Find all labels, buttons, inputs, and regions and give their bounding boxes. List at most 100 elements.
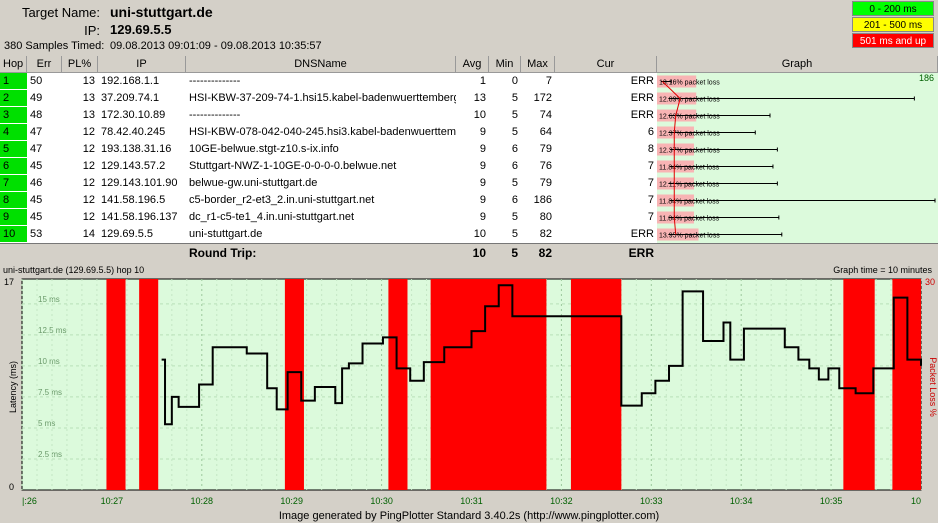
legend-green: 0 - 200 ms: [852, 1, 934, 16]
cell-cur: ERR: [630, 92, 654, 104]
cell-err: 47: [30, 143, 43, 155]
packet-loss-band: [106, 279, 126, 490]
packet-loss-label: 11.84% packet loss: [659, 199, 720, 206]
cell-cur: 7: [647, 194, 654, 206]
cell-avg: 9: [479, 126, 486, 138]
x-tick-label: 10:29: [280, 496, 303, 506]
latency-timeline: uni-stuttgart.de (129.69.5.5) hop 10 Gra…: [0, 264, 938, 510]
cell-max: 74: [539, 109, 552, 121]
cell-min: 5: [511, 109, 518, 121]
packet-loss-label: 12.37% packet loss: [659, 148, 720, 155]
round-trip-cur: ERR: [628, 246, 654, 260]
round-trip-row: Round Trip: 10 5 82 ERR: [0, 243, 938, 264]
cell-hop: 9: [0, 209, 27, 226]
cell-hop: 8: [0, 192, 27, 209]
cell-err: 45: [30, 160, 43, 172]
x-tick-label: 10:33: [640, 496, 663, 506]
round-trip-avg: 10: [472, 246, 486, 260]
cell-avg: 10: [473, 109, 486, 121]
column-header-hop: Hop: [0, 56, 27, 72]
cell-max: 76: [539, 160, 552, 172]
cell-max: 79: [539, 177, 552, 189]
packet-loss-band: [139, 279, 159, 490]
cell-dns: Stuttgart-NWZ-1-10GE-0-0-0-0.belwue.net: [189, 160, 397, 172]
column-header-graph: Graph: [657, 56, 938, 72]
hop-graph: 13.16% packet loss 12.89% packet loss 12.6…: [657, 75, 936, 241]
cell-avg: 10: [473, 228, 486, 240]
cell-avg: 9: [479, 194, 486, 206]
cell-ip: 192.168.1.1: [101, 75, 160, 87]
hop-graph-row: 12.37% packet loss: [657, 126, 756, 139]
cell-ip: 78.42.40.245: [101, 126, 166, 138]
target-name-value: uni-stuttgart.de: [110, 4, 213, 20]
cell-pl: 14: [82, 228, 95, 240]
round-trip-label: Round Trip:: [189, 246, 257, 260]
x-tick-label: 10:30: [370, 496, 393, 506]
cell-cur: ERR: [630, 109, 654, 121]
cell-min: 6: [511, 143, 518, 155]
x-tick-label: 10: [911, 496, 921, 506]
column-header-pl: PL%: [62, 56, 98, 72]
latency-timeline-svg: 2.5 ms5 ms7.5 ms10 ms12.5 ms15 ms17030|:…: [4, 277, 935, 506]
cell-cur: ERR: [630, 228, 654, 240]
cell-avg: 9: [479, 143, 486, 155]
cell-err: 48: [30, 109, 43, 121]
cell-max: 64: [539, 126, 552, 138]
cell-avg: 1: [479, 75, 486, 87]
packet-loss-band: [570, 279, 622, 490]
packet-loss-label: 12.63% packet loss: [659, 114, 720, 121]
cell-avg: 9: [479, 211, 486, 223]
cell-hop: 7: [0, 175, 27, 192]
legend-yellow: 201 - 500 ms: [852, 17, 934, 32]
cell-min: 5: [511, 92, 518, 104]
table-header: Hop Err PL% IP DNSName Avg Min Max Cur Graph: [0, 56, 938, 73]
cell-ip: 129.143.101.90: [101, 177, 178, 189]
cell-pl: 13: [82, 92, 95, 104]
column-header-ip: IP: [98, 56, 186, 72]
cell-ip: 141.58.196.5: [101, 194, 166, 206]
packet-loss-band: [388, 279, 408, 490]
packet-loss-label: 13.95% packet loss: [659, 233, 720, 240]
cell-pl: 12: [82, 143, 95, 155]
hop-graph-row: 12.11% packet loss: [657, 177, 778, 190]
cell-ip: 129.69.5.5: [101, 228, 153, 240]
cell-dns: --------------: [189, 75, 241, 87]
hop-graph-row: 12.63% packet loss: [657, 109, 771, 122]
cell-pl: 12: [82, 194, 95, 206]
y-tick-min: 0: [9, 482, 14, 492]
cell-ip: 193.138.31.16: [101, 143, 172, 155]
x-tick-label: 10:31: [460, 496, 483, 506]
hop-graph-row: 12.37% packet loss: [657, 143, 778, 156]
cell-cur: ERR: [630, 75, 654, 87]
cell-min: 0: [511, 75, 518, 87]
cell-pl: 12: [82, 126, 95, 138]
x-tick-label: 10:28: [191, 496, 214, 506]
cell-pl: 13: [82, 75, 95, 87]
column-header-cur: Cur: [555, 56, 657, 72]
cell-ip: 172.30.10.89: [101, 109, 166, 121]
packet-loss-label: 12.11% packet loss: [659, 182, 720, 189]
ip-label: IP:: [84, 23, 100, 38]
round-trip-max: 82: [538, 246, 552, 260]
cell-hop: 1: [0, 73, 27, 90]
column-header-dns: DNSName: [186, 56, 456, 72]
cell-err: 46: [30, 177, 43, 189]
cell-dns: c5-border_r2-et3_2.in.uni-stuttgart.net: [189, 194, 375, 206]
hop-graph-area: 13.16% packet loss 12.89% packet loss 12.6…: [657, 73, 938, 243]
cell-pl: 12: [82, 177, 95, 189]
cell-max: 79: [539, 143, 552, 155]
cell-hop: 6: [0, 158, 27, 175]
cell-err: 47: [30, 126, 43, 138]
y-minor-tick-label: 5 ms: [38, 419, 55, 428]
cell-pl: 12: [82, 211, 95, 223]
y-minor-tick-label: 10 ms: [38, 357, 60, 366]
cell-err: 49: [30, 92, 43, 104]
cell-ip: 37.209.74.1: [101, 92, 160, 104]
y2-tick-max: 30: [925, 277, 935, 287]
cell-max: 80: [539, 211, 552, 223]
cell-max: 82: [539, 228, 552, 240]
cell-min: 5: [511, 126, 518, 138]
cell-hop: 3: [0, 107, 27, 124]
cell-avg: 13: [473, 92, 486, 104]
cell-dns: belwue-gw.uni-stuttgart.de: [189, 177, 318, 189]
